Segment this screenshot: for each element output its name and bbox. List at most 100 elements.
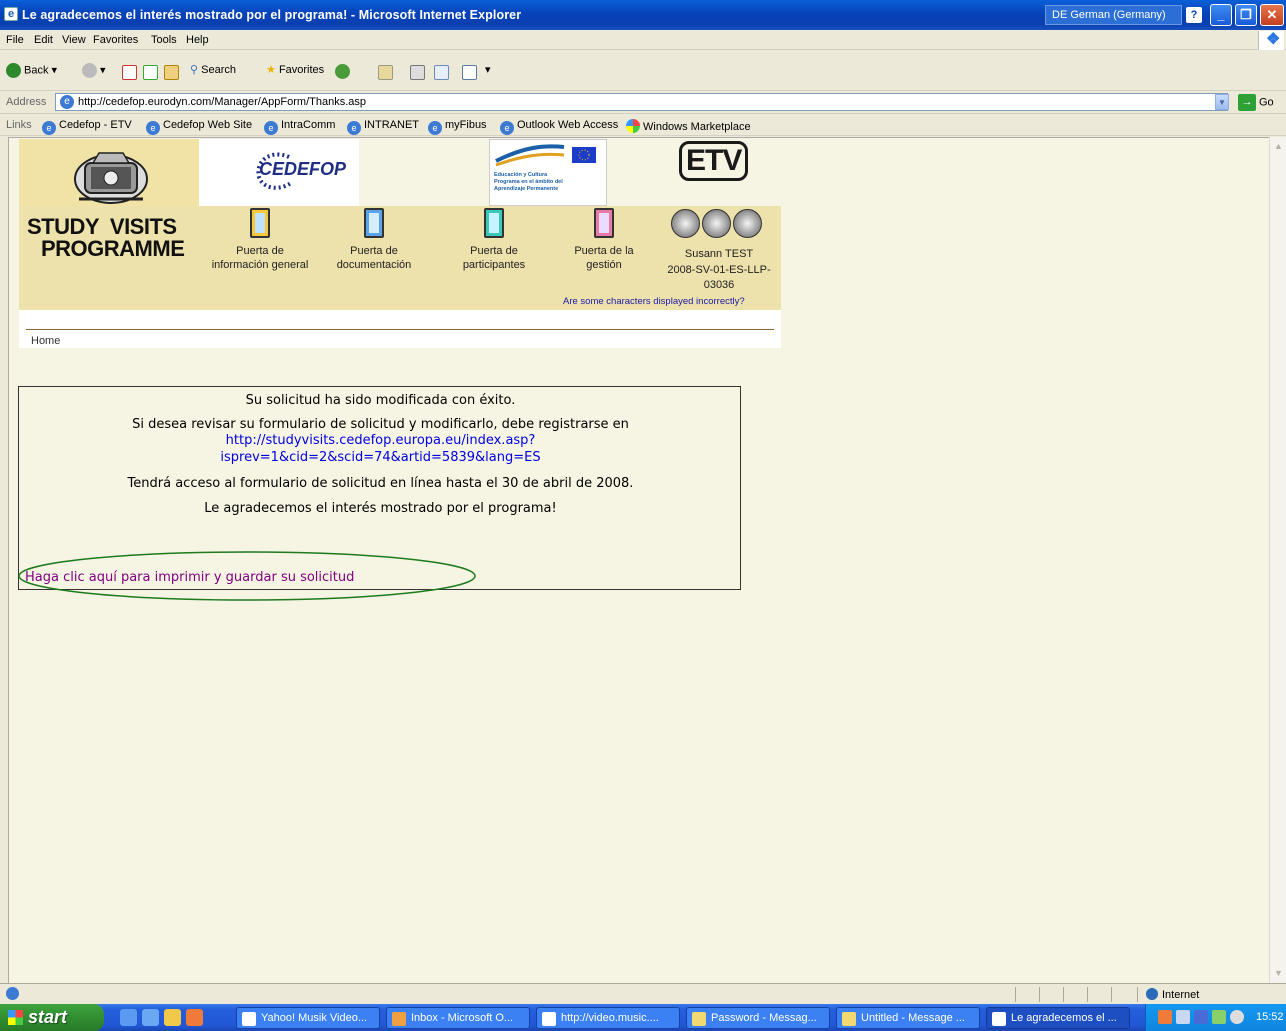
edit-icon[interactable] — [434, 65, 449, 80]
menu-file[interactable]: File — [6, 34, 24, 46]
charset-help-link[interactable]: Are some characters displayed incorrectl… — [563, 296, 745, 307]
menu-favorites[interactable]: Favorites — [93, 34, 138, 46]
task-label: Yahoo! Musik Video... — [261, 1012, 367, 1024]
security-tray-icon[interactable] — [1176, 1010, 1190, 1024]
login-link[interactable]: isprev=1&cid=2&scid=74&artid=5839&lang=E… — [19, 450, 742, 465]
breadcrumb-home[interactable]: Home — [31, 335, 60, 347]
word-icon[interactable] — [462, 65, 477, 80]
link-cedefop-web-site[interactable]: e Cedefop Web Site — [146, 119, 252, 135]
ie-page-icon: e — [264, 121, 278, 135]
door-icon — [250, 208, 270, 238]
security-zone: Internet — [1146, 988, 1199, 1001]
outlook-icon[interactable] — [186, 1009, 203, 1026]
door-management[interactable]: Puerta de la gestión — [555, 208, 653, 272]
search-icon[interactable] — [702, 209, 731, 238]
thanks-message: Le agradecemos el interés mostrado por e… — [204, 501, 557, 516]
link-myfibus[interactable]: e myFibus — [428, 119, 487, 135]
shield-tray-icon[interactable] — [1194, 1010, 1208, 1024]
info-icon[interactable] — [733, 209, 762, 238]
link-windows-marketplace[interactable]: Windows Marketplace — [626, 119, 751, 133]
site-header: CEDEFOP Educación y Cultura Programa en … — [19, 139, 781, 348]
menu-edit[interactable]: Edit — [34, 34, 53, 46]
menu-view[interactable]: View — [62, 34, 86, 46]
programme-title: STUDY VISITS PROGRAMME — [27, 216, 185, 261]
address-dropdown-button[interactable]: ▼ — [1215, 94, 1229, 110]
success-message: Su solicitud ha sido modificada con éxit… — [245, 393, 516, 408]
refresh-icon[interactable] — [143, 65, 158, 80]
scroll-down-icon[interactable]: ▼ — [1271, 965, 1286, 981]
help-icon[interactable]: ? — [1186, 7, 1202, 23]
favorites-label: Favorites — [278, 64, 325, 76]
network-tray-icon[interactable] — [1212, 1010, 1226, 1024]
forward-arrow-icon — [82, 63, 97, 78]
address-input[interactable]: e http://cedefop.eurodyn.com/Manager/App… — [55, 93, 1228, 111]
language-bar[interactable]: DE German (Germany) — [1045, 5, 1182, 25]
link-intracomm[interactable]: e IntraComm — [264, 119, 335, 135]
go-button[interactable]: → Go — [1238, 94, 1274, 111]
application-id: 03036 — [703, 279, 735, 291]
menu-help[interactable]: Help — [186, 34, 209, 46]
start-button[interactable]: start — [0, 1004, 104, 1031]
menu-bar: File Edit View Favorites Tools Help — [0, 30, 1286, 50]
stop-icon[interactable] — [122, 65, 137, 80]
ie-quicklaunch-icon[interactable] — [142, 1009, 159, 1026]
divider — [1111, 987, 1112, 1002]
history-icon[interactable] — [335, 64, 350, 79]
door-label: Puerta de — [350, 245, 398, 257]
ie-quicklaunch-icon[interactable] — [120, 1009, 137, 1026]
vertical-scrollbar[interactable]: ▲ ▼ — [1269, 137, 1286, 983]
deadline-message: Tendrá acceso al formulario de solicitud… — [127, 476, 634, 491]
restore-button[interactable]: ❐ — [1235, 4, 1257, 26]
search-button[interactable]: ⚲ Search — [190, 63, 236, 76]
envelope-icon — [692, 1012, 706, 1026]
door-label: Puerta de — [470, 245, 518, 257]
study-visits-logo — [19, 139, 199, 206]
outlook-tray-icon[interactable] — [1158, 1010, 1172, 1024]
task-password-message[interactable]: Password - Messag... — [686, 1007, 830, 1029]
cedefop-logo: CEDEFOP — [199, 139, 359, 206]
ie-page-icon — [992, 1012, 1006, 1026]
divider — [1015, 987, 1016, 1002]
volume-tray-icon[interactable] — [1230, 1010, 1244, 1024]
link-cedefop-etv[interactable]: e Cedefop - ETV — [42, 119, 132, 135]
folder-icon[interactable] — [164, 1009, 181, 1026]
task-untitled-message[interactable]: Untitled - Message ... — [836, 1007, 980, 1029]
print-icon[interactable] — [410, 65, 425, 80]
task-video-music[interactable]: http://video.music.... — [536, 1007, 680, 1029]
task-yahoo-music[interactable]: Yahoo! Musik Video... — [236, 1007, 380, 1029]
minimize-button[interactable]: _ — [1210, 4, 1232, 26]
review-instructions: Si desea revisar su formulario de solici… — [132, 417, 629, 432]
forward-button[interactable]: ▾ — [82, 63, 106, 78]
toolbar-more-dropdown[interactable]: ▾ — [485, 63, 491, 76]
favorites-button[interactable]: ★ Favorites — [266, 63, 324, 76]
menu-tools[interactable]: Tools — [151, 34, 177, 46]
link-outlook-web-access[interactable]: e Outlook Web Access — [500, 119, 618, 135]
programme-title-line: PROGRAMME — [41, 236, 185, 261]
home-icon[interactable] — [164, 65, 179, 80]
login-link[interactable]: http://studyvisits.cedefop.europa.eu/ind… — [19, 433, 742, 448]
home-icon[interactable] — [671, 209, 700, 238]
task-current-ie[interactable]: Le agradecemos el ... — [986, 1007, 1130, 1029]
go-label: Go — [1259, 96, 1274, 109]
ie-page-icon: e — [4, 7, 18, 21]
page-content: CEDEFOP Educación y Cultura Programa en … — [8, 137, 1278, 983]
print-save-link[interactable]: Haga clic aquí para imprimir y guardar s… — [25, 570, 354, 585]
door-participants[interactable]: Puerta de participantes — [445, 208, 543, 272]
windows-flag-icon — [8, 1010, 23, 1025]
ie-page-icon: e — [42, 121, 56, 135]
mail-icon[interactable] — [378, 65, 393, 80]
links-label: Links — [6, 119, 32, 131]
etv-logo: ETV — [679, 141, 749, 181]
title-bar[interactable]: e Le agradecemos el interés mostrado por… — [0, 0, 1286, 30]
link-intranet[interactable]: e INTRANET — [347, 119, 419, 135]
close-button[interactable]: ✕ — [1260, 4, 1284, 26]
address-label: Address — [6, 96, 47, 108]
door-documentation[interactable]: Puerta de documentación — [325, 208, 423, 272]
back-button[interactable]: Back ▾ — [6, 63, 57, 78]
search-icon: ⚲ — [190, 64, 199, 76]
scroll-up-icon[interactable]: ▲ — [1271, 138, 1286, 154]
divider — [1039, 987, 1040, 1002]
door-general-information[interactable]: Puerta de información general — [201, 208, 319, 272]
task-inbox[interactable]: Inbox - Microsoft O... — [386, 1007, 530, 1029]
start-label: start — [28, 1007, 68, 1027]
